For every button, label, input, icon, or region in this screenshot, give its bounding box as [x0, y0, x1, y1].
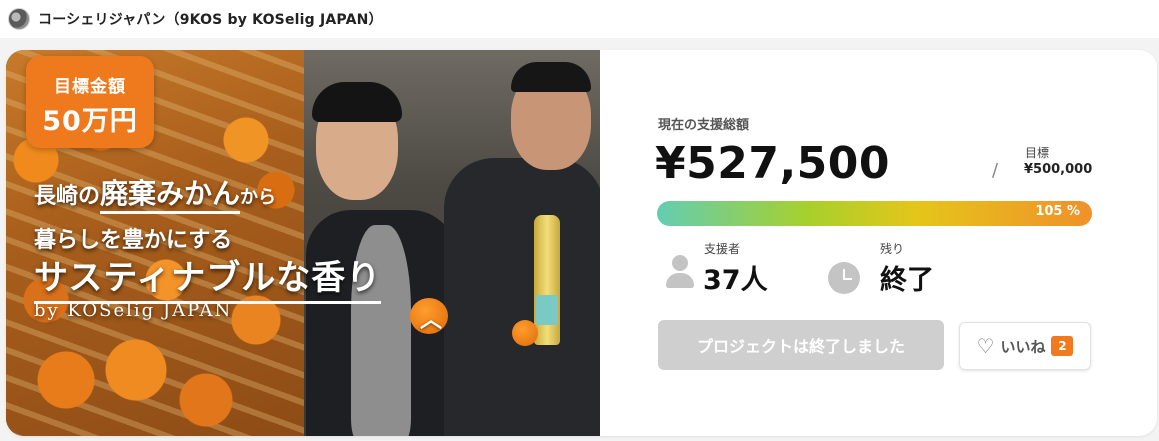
remaining-label: 残り: [880, 242, 905, 256]
avatar-icon[interactable]: [8, 8, 30, 30]
mandarin-image: [512, 320, 538, 346]
amount-separator: /: [992, 160, 999, 181]
like-label: いいね: [1000, 337, 1046, 356]
supporters-count: 37人: [703, 265, 768, 296]
project-card: 目標金額 50万円 長崎の廃棄みかんから 暮らしを豊かにする サスティナブルな香…: [6, 50, 1157, 436]
hero-headline-line1: 長崎の廃棄みかんから: [34, 172, 277, 214]
goal-label: 目標: [1025, 146, 1050, 160]
like-count-badge: 2: [1051, 336, 1074, 356]
hero-text-waste-mandarin: 廃棄みかん: [100, 177, 241, 214]
supporters-label: 支援者: [704, 242, 741, 256]
progress-percent: 105 %: [1035, 204, 1080, 219]
hero-text-from: から: [240, 187, 277, 208]
project-owner-bar: コーシェリジャパン（9KOS by KOSelig JAPAN）: [0, 0, 1159, 38]
owner-name-link[interactable]: コーシェリジャパン（9KOS by KOSelig JAPAN）: [38, 9, 383, 29]
progress-fill: [657, 201, 1092, 226]
project-ended-button[interactable]: プロジェクトは終了しました: [658, 320, 944, 370]
goal-value: ¥500,000: [1024, 162, 1093, 177]
goal-badge-value: 50万円: [42, 106, 138, 137]
project-hero-image: 目標金額 50万円 長崎の廃棄みかんから 暮らしを豊かにする サスティナブルな香…: [6, 50, 600, 436]
person-right-body: [444, 158, 600, 436]
hero-text-nagasaki: 長崎の: [34, 184, 101, 209]
chevron-up-icon: ︿: [420, 308, 443, 333]
person-right-hair: [511, 62, 591, 92]
hero-byline: by KOSelig JAPAN: [34, 300, 233, 321]
remaining-value: 終了: [880, 265, 934, 296]
clock-icon: [828, 262, 860, 294]
heart-icon: ♡: [976, 334, 995, 358]
person-icon: [664, 255, 696, 288]
funding-info-panel: 現在の支援総額 ¥527,500 / 目標 ¥500,000 105 % 支援者…: [600, 50, 1157, 436]
bottle-image: [534, 215, 560, 345]
bottle-label-image: [536, 295, 558, 325]
raised-amount-label: 現在の支援総額: [658, 118, 750, 133]
goal-badge-label: 目標金額: [54, 77, 126, 97]
hero-headline-line3: サスティナブルな香り: [34, 250, 382, 304]
funding-progress-bar: 105 %: [657, 201, 1092, 226]
like-button[interactable]: ♡ いいね 2: [959, 322, 1091, 370]
goal-amount-badge: 目標金額 50万円: [26, 56, 154, 148]
person-left-hair: [312, 82, 402, 122]
raised-amount-value: ¥527,500: [655, 138, 891, 189]
